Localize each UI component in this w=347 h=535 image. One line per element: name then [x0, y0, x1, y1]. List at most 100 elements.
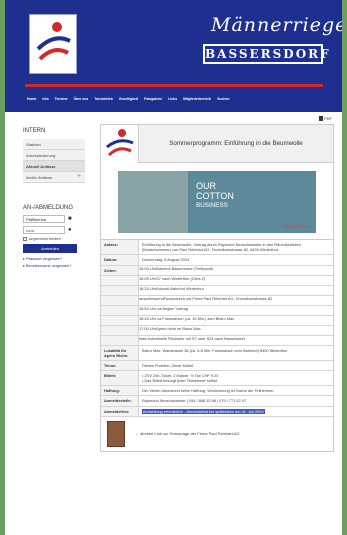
schedule-time: 17:00 Uhr — [139, 325, 157, 331]
billett-bullet: Das Billett besorgt jeder Teilnehmer sel… — [142, 378, 330, 383]
sidebar-item-archiv-anlaesse[interactable]: Archiv Anlässe + — [23, 172, 85, 183]
login-button[interactable]: Anmelden — [23, 244, 77, 253]
row-anmeldefrist: Anmeldefrist: Anmeldung erforderlich - An… — [101, 406, 333, 417]
row-value: Der Verein übernimmt keine Haftung, Vers… — [142, 388, 275, 394]
username-input[interactable]: Pfäffikerlaa — [23, 215, 65, 223]
schedule-desc: S7 nach Winterthur (Gleis 2) — [156, 275, 206, 281]
row-value: Anmeldung erforderlich - Anmeldefrist bi… — [139, 407, 333, 416]
schedule-row: 18:45 Uhr ca. Fussmarsch (ca. 15 Min.) zu… — [101, 315, 333, 326]
password-input[interactable]: •••••• — [23, 226, 65, 234]
schedule-row: anschliessend Fussmarsch zur Firma Paul R… — [101, 295, 333, 306]
row-haftung: Haftung: Der Verein übernimmt keine Haftu… — [101, 386, 333, 397]
nav-mitgliederbereich[interactable]: Mitgliederbereich — [183, 97, 211, 101]
event-details: Anlass: Einführung in die Beumwolle. Vort… — [101, 239, 333, 417]
remember-checkbox[interactable]: Angemeldet bleiben — [23, 237, 85, 241]
schedule-desc: Fussmarsch zur Firma Paul Reinhart AG, T… — [163, 295, 273, 301]
gymnast-logo-icon — [106, 129, 134, 157]
schedule-row: 16:09 Uhr S7 nach Winterthur (Gleis 2) — [101, 275, 333, 286]
schedule-row: indiv. individuelle Rückkehr mit S7 oder … — [101, 335, 333, 346]
schedule-desc: Beginn Vortrag — [162, 305, 189, 311]
event-panel: Sommerprogramm: Einführung in die Beumwo… — [100, 124, 334, 452]
banner-logo: REINHART AG — [283, 225, 310, 229]
user-icon: ■ — [68, 216, 72, 222]
row-key: Datum: — [101, 255, 139, 265]
sidebar-item-aktuell-anlaesse[interactable]: Aktuell Anlässe — [23, 161, 85, 172]
nav-turnbetrieb[interactable]: Turnbetrieb — [94, 97, 113, 101]
row-lokalitaet: Lokalität für Apéro Riche: Bistro Max, Wa… — [101, 345, 333, 361]
banner-line1: OUR — [196, 181, 216, 191]
nav-info[interactable]: Info — [42, 97, 48, 101]
lock-icon: ● — [68, 227, 72, 233]
pdf-icon — [319, 116, 323, 122]
nav-geselligkeit[interactable]: Geselligkeit — [119, 97, 138, 101]
nav-fotogalerie[interactable]: Fotogalerie — [144, 97, 162, 101]
schedule-time: 16:50 Uhr ca. — [139, 305, 163, 311]
deadline-highlight: Anmeldung erforderlich - Anmeldefrist bi… — [142, 408, 265, 414]
row-value: Donnerstag, 8 August 2024 — [142, 257, 190, 263]
forgot-password-link[interactable]: Passwort vergessen? — [23, 256, 85, 261]
sidebar-item-label: Archiv Anlässe — [26, 175, 53, 180]
schedule-time: 18:45 Uhr ca. — [139, 315, 163, 321]
remember-label: Angemeldet bleiben — [29, 237, 61, 241]
row-datum: Datum: Donnerstag, 8 August 2024 — [101, 255, 333, 266]
forgot-username-link[interactable]: Benutzername vergessen? — [23, 263, 85, 268]
schedule-row: 16:50 Uhr ca. Beginn Vortrag — [101, 305, 333, 316]
event-banner: OUR COTTON BUSINESS REINHART AG — [118, 171, 316, 233]
sidebar-item-label: Statuten — [26, 142, 41, 147]
schedule-time: 16:09 Uhr — [139, 275, 157, 281]
pdf-label: PDF — [324, 116, 332, 121]
row-anmeldestelle: Anmeldestelle: Raymond Neuschwander | 044… — [101, 396, 333, 407]
footer-row: ← direkter Link zur Homepage der Firma P… — [101, 417, 333, 451]
nav-suchen[interactable]: Suchen — [217, 97, 229, 101]
club-logo[interactable] — [29, 14, 77, 74]
username-row: Pfäffikerlaa ■ — [23, 215, 85, 223]
header-divider — [25, 84, 323, 87]
schedule-desc: Apéro riche im Bistro Max — [156, 325, 201, 331]
row-value: Dieses Protzfrei, Diese Möbel — [142, 362, 194, 368]
schedule-row: 17:00 Uhr Apéro riche im Bistro Max — [101, 325, 333, 336]
row-anlass: Anlass: Einführung in die Beumwolle. Vort… — [101, 240, 333, 256]
event-header: Sommerprogramm: Einführung in die Beumwo… — [101, 125, 333, 163]
brand-box: BASSERSDORF — [203, 44, 329, 64]
sidebar-item-adressaenderung[interactable]: Adressänderung — [23, 150, 85, 161]
nav-home[interactable]: Home — [27, 97, 36, 101]
row-value: Raymond Neuschwander | 044 / 888 15 88 |… — [142, 398, 247, 404]
banner-line3: BUSINESS — [196, 202, 228, 209]
pdf-link[interactable]: PDF — [319, 116, 332, 122]
row-value: Einführung in die Beumwolle. Vortrag dur… — [142, 242, 301, 253]
password-row: •••••• ● — [23, 226, 85, 234]
nav-ueber-uns[interactable]: Über uns — [74, 97, 89, 101]
schedule-desc: Fussmarsch (ca. 15 Min.) zum Bistro Max — [162, 315, 235, 321]
expand-plus-icon[interactable]: + — [77, 173, 81, 180]
nav-termine[interactable]: Termine — [55, 97, 68, 101]
login-title: AN-/ABMELDUNG — [23, 205, 74, 211]
row-value: Bistro Max, Wartstrasse 36 (ca. 6-8 Min.… — [142, 347, 288, 353]
brand-script: Männerriege — [211, 14, 342, 36]
schedule-time: 16:25 Uhr — [139, 285, 157, 291]
sidebar-item-label: Aktuell Anlässe — [26, 164, 56, 169]
company-homepage-link[interactable]: ← direkter Link zur Homepage der Firma P… — [135, 431, 240, 436]
schedule-desc: individuelle Rückkehr mit S7 oder S24 na… — [147, 335, 245, 341]
checkbox-box[interactable] — [23, 237, 27, 241]
company-book-image[interactable] — [107, 420, 125, 447]
schedule-row: 16:25 Uhr Ankunft Bahnhof Winterthur — [101, 285, 333, 296]
row-billett: Billett:ZVV 24h-Ticket, 2.Klasse, ½ Tax … — [101, 370, 333, 387]
row-key: Tenue: — [101, 360, 139, 370]
site-header: Männerriege BASSERSDORF Home Info Termin… — [5, 0, 342, 112]
sidebar-title: INTERN — [23, 128, 46, 134]
page: Männerriege BASSERSDORF Home Info Termin… — [5, 0, 342, 535]
main-nav: Home Info Termine Über uns Turnbetrieb G… — [5, 93, 342, 105]
schedule-time: 16:00 Uhr — [139, 265, 157, 271]
event-logo — [101, 125, 139, 163]
row-key: Anmeldefrist: — [101, 406, 139, 416]
event-title: Sommerprogramm: Einführung in die Beumwo… — [139, 125, 333, 162]
schedule-row: Zeiten: 16:00 Uhr Bahnhof Bassersdorf (Tre… — [101, 265, 333, 276]
schedule-time: anschliessend — [139, 295, 164, 301]
banner-line2: COTTON — [196, 191, 234, 201]
sidebar-item-statuten[interactable]: Statuten — [23, 139, 85, 150]
row-key: Anlass: — [101, 240, 139, 255]
schedule-key: Zeiten: — [101, 265, 139, 275]
row-key: Billett: — [101, 370, 139, 386]
row-key: Lokalität für Apéro Riche: — [101, 345, 139, 360]
nav-links[interactable]: Links — [168, 97, 177, 101]
